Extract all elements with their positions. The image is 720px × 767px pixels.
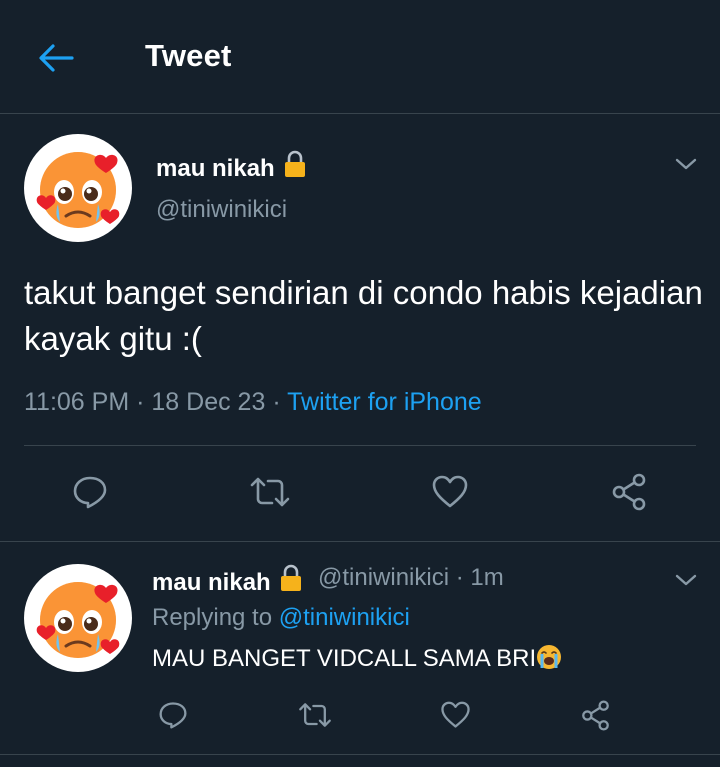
reply-share-button[interactable]	[578, 698, 612, 732]
reply-text: MAU BANGET VIDCALL SAMA BRI	[152, 644, 562, 673]
handle[interactable]: @tiniwinikici	[156, 196, 287, 224]
chevron-down-icon	[675, 158, 697, 170]
meta-separator: ·	[455, 564, 464, 591]
loudly-crying-face-emoji-icon	[537, 645, 562, 669]
heart-icon	[432, 475, 468, 508]
reply-display-name-text: mau nikah	[152, 569, 271, 596]
tweet-time: 11:06 PM	[24, 388, 130, 416]
share-icon	[612, 473, 646, 511]
lock-icon	[285, 150, 306, 177]
reply-time: 1m	[470, 564, 504, 591]
lock-icon	[281, 564, 302, 591]
tweet-date: 18 Dec 23	[151, 388, 266, 416]
meta-separator: ·	[136, 388, 145, 416]
divider	[0, 754, 720, 755]
divider	[24, 445, 696, 446]
reply-like-button[interactable]	[438, 698, 472, 732]
tweet-options-button[interactable]	[674, 152, 698, 176]
replying-to-label: Replying to	[152, 604, 273, 631]
top-bar: Tweet	[0, 0, 720, 114]
reply-text-content: MAU BANGET VIDCALL SAMA BRI	[152, 645, 537, 672]
pleading-face-emoji-icon	[36, 582, 120, 658]
page-title: Tweet	[145, 38, 232, 73]
tweet-source-link[interactable]: Twitter for iPhone	[287, 388, 482, 416]
retweet-button[interactable]	[247, 472, 293, 512]
reply-handle-line: @tiniwinikici · 1m	[318, 564, 504, 592]
display-name-text: mau nikah	[156, 155, 275, 182]
reply-button[interactable]	[70, 472, 110, 512]
reply-handle[interactable]: @tiniwinikici	[318, 564, 449, 591]
arrow-left-icon	[39, 44, 74, 72]
like-button[interactable]	[430, 472, 470, 512]
reply-icon	[159, 702, 187, 729]
avatar[interactable]	[24, 134, 132, 242]
reply-options-button[interactable]	[674, 568, 698, 592]
retweet-icon	[299, 703, 331, 727]
replying-to: Replying to @tiniwinikici	[152, 604, 410, 632]
tweet-text: takut banget sendirian di condo habis ke…	[24, 274, 703, 357]
share-icon	[581, 699, 609, 731]
replying-to-mention[interactable]: @tiniwinikici	[279, 604, 410, 631]
share-button[interactable]	[609, 472, 649, 512]
retweet-icon	[250, 477, 290, 507]
heart-icon	[440, 701, 470, 728]
reply-avatar[interactable]	[24, 564, 132, 672]
back-button[interactable]	[36, 38, 76, 78]
tweet-meta: 11:06 PM · 18 Dec 23 · Twitter for iPhon…	[24, 388, 482, 417]
meta-separator: ·	[272, 388, 281, 416]
pleading-face-emoji-icon	[36, 152, 120, 228]
reply-retweet-button[interactable]	[296, 698, 334, 732]
reply-reply-button[interactable]	[156, 698, 190, 732]
reply-icon	[73, 476, 107, 509]
divider	[0, 541, 720, 542]
chevron-down-icon	[675, 574, 697, 586]
display-name[interactable]: mau nikah	[156, 150, 307, 183]
reply-display-name[interactable]: mau nikah	[152, 564, 303, 597]
